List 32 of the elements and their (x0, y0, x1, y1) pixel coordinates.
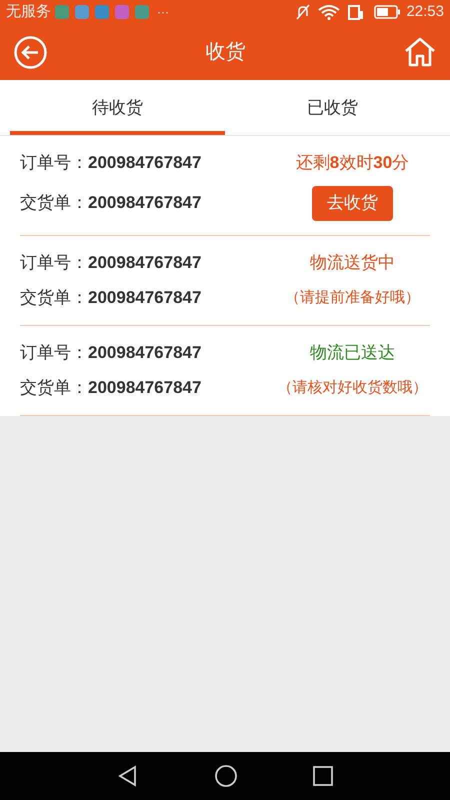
mute-icon (296, 4, 310, 20)
page-title: 收货 (206, 40, 246, 65)
delivery-number: 200984767847 (88, 287, 202, 309)
receive-button[interactable]: 去收货 (312, 186, 393, 220)
field-label: 订单号： (20, 152, 88, 174)
status-text: 还剩8效时30分 (296, 152, 410, 174)
wifi-icon (318, 4, 340, 20)
order-number: 200984767847 (88, 342, 202, 364)
field-label: 订单号： (20, 252, 88, 274)
home-nav-icon[interactable] (214, 764, 238, 788)
delivery-number: 200984767847 (88, 377, 202, 399)
order-number: 200984767847 (88, 252, 202, 274)
tab[interactable]: 已收货 (225, 80, 440, 135)
home-icon[interactable] (404, 37, 436, 67)
field-label: 交货单： (20, 287, 88, 309)
hint-text: （请核对好收货数哦） (278, 378, 428, 398)
field-label: 交货单： (20, 192, 88, 214)
carrier-text: 无服务 (6, 2, 51, 22)
field-label: 交货单： (20, 377, 88, 399)
recents-nav-icon[interactable] (312, 766, 333, 786)
status-text: 物流送货中 (310, 252, 395, 274)
field-label: 订单号： (20, 342, 88, 364)
status-text: 物流已送达 (310, 342, 395, 364)
tab[interactable]: 待收货 (10, 80, 225, 135)
battery-icon (374, 5, 400, 19)
clock-text: 22:53 (406, 2, 444, 22)
delivery-number: 200984767847 (88, 192, 202, 214)
sim-card-icon (348, 4, 364, 20)
hint-text: （请提前准备好哦） (285, 288, 420, 308)
back-icon[interactable] (14, 36, 47, 68)
order-number: 200984767847 (88, 152, 202, 174)
more-notifications-text: ··· (157, 4, 169, 21)
